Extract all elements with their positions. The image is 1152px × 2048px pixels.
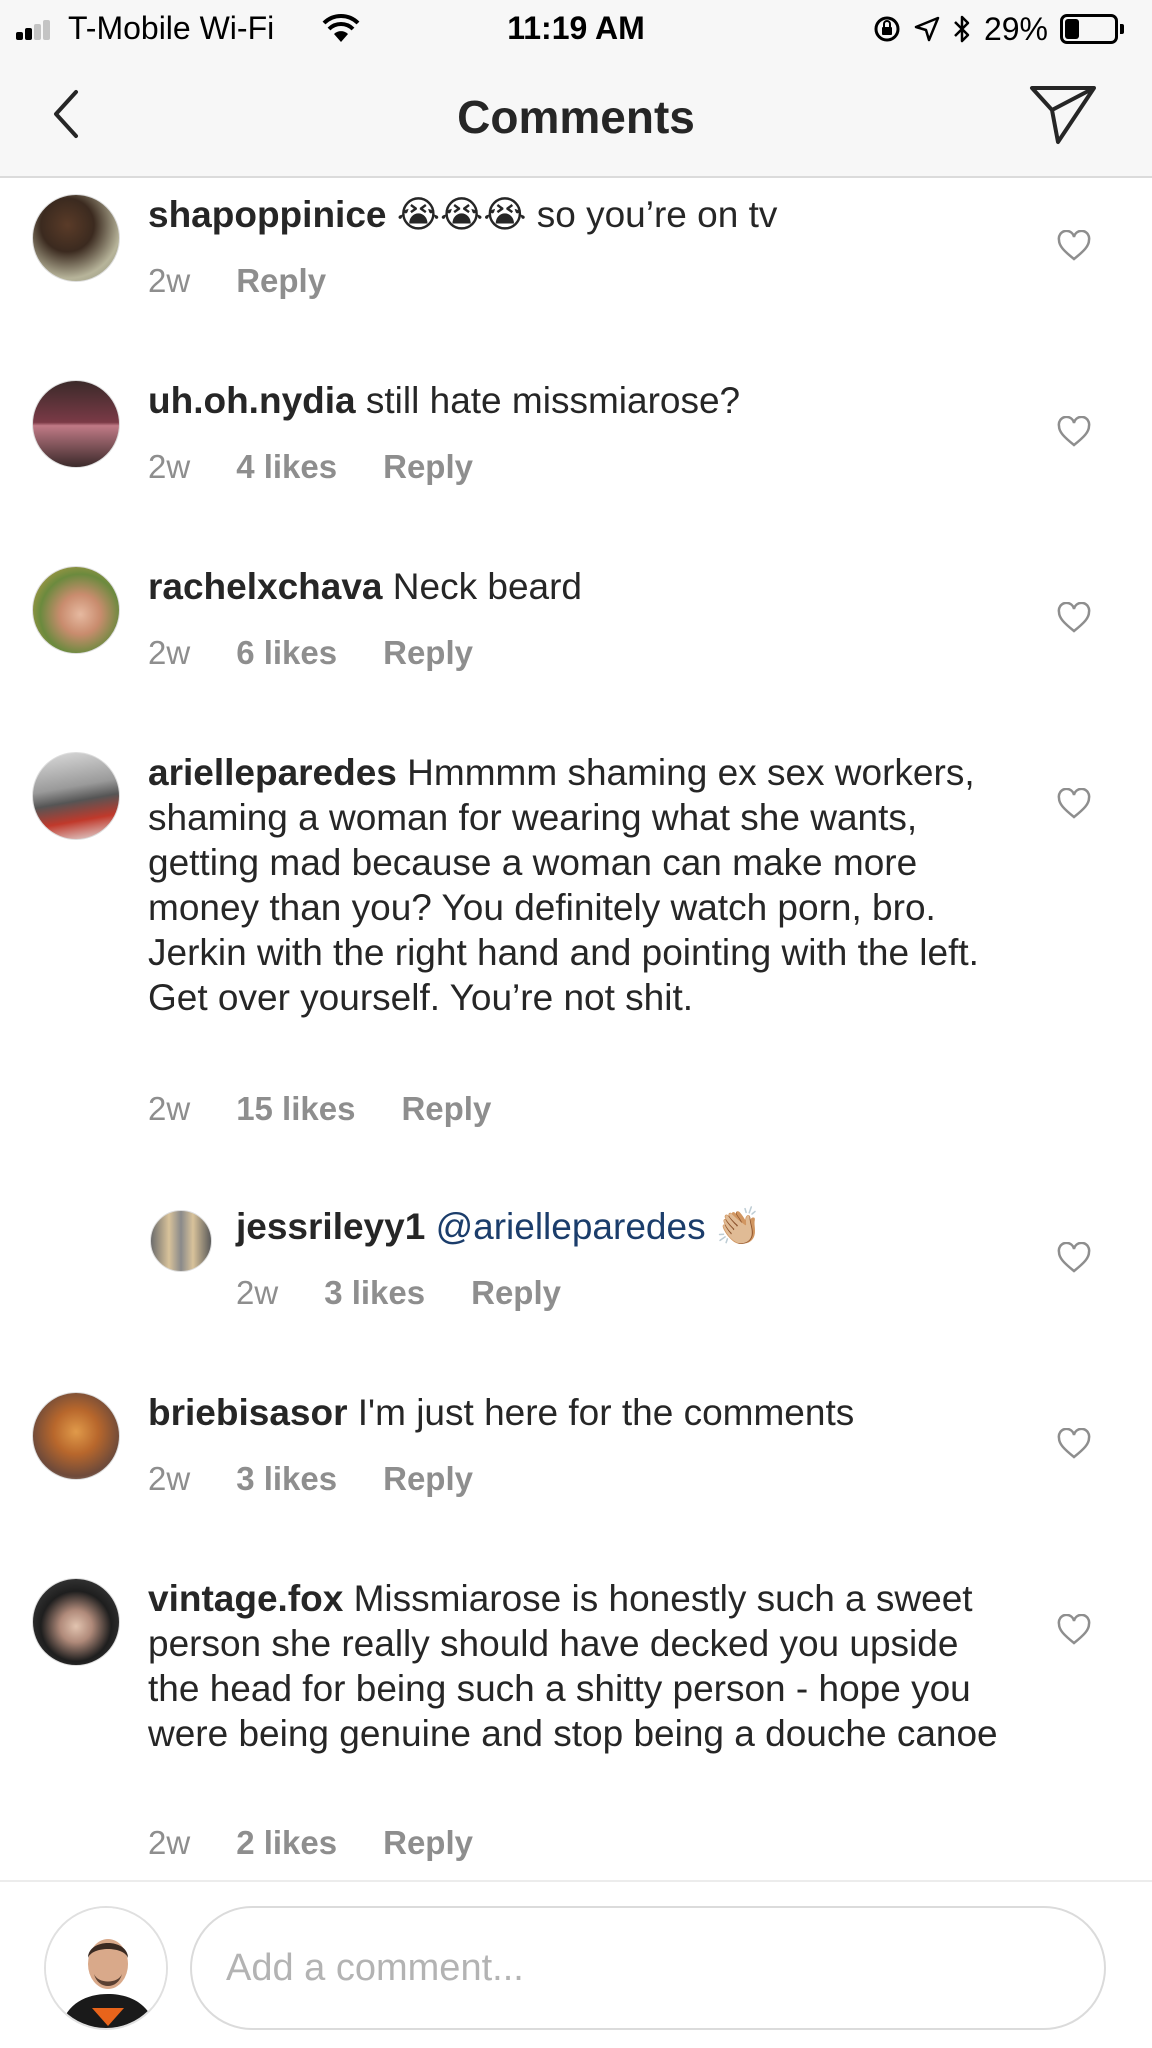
username-link[interactable]: arielleparedes (148, 752, 397, 793)
comment-time: 2w (148, 634, 191, 671)
username-link[interactable]: uh.oh.nydia (148, 380, 356, 421)
likes-count[interactable]: 3 likes (324, 1274, 425, 1312)
heart-icon[interactable] (1056, 788, 1092, 820)
reply-button[interactable]: Reply (383, 1824, 473, 1862)
comment-text: shapoppinice 😭😭😭 so you’re on tv (148, 192, 1008, 237)
comment-time: 2w (148, 1090, 191, 1127)
orientation-lock-icon (874, 16, 900, 42)
avatar[interactable] (32, 752, 120, 840)
nav-header: Comments (0, 58, 1152, 178)
reply-comment-item: jessrileyy1 @arielleparedes 👏🏼 2w 3 like… (0, 1190, 1152, 1376)
comment-text: uh.oh.nydia still hate missmiarose? (148, 378, 1008, 423)
battery-percent: 29% (983, 10, 1048, 47)
mention-link[interactable]: @arielleparedes (436, 1206, 706, 1247)
comment-text: rachelxchava Neck beard (148, 564, 1008, 609)
avatar[interactable] (32, 1578, 120, 1666)
heart-icon[interactable] (1056, 602, 1092, 634)
battery-icon (1060, 14, 1124, 44)
send-icon[interactable] (1028, 82, 1098, 146)
avatar[interactable] (32, 380, 120, 468)
username-link[interactable]: briebisasor (148, 1392, 347, 1433)
avatar-image (46, 1908, 166, 2028)
comment-item: briebisasor I'm just here for the commen… (0, 1376, 1152, 1562)
avatar[interactable] (32, 566, 120, 654)
comment-meta: 2w 6 likes Reply (148, 634, 473, 672)
status-bar: T-Mobile Wi-Fi 11:19 AM 29% (0, 0, 1152, 58)
reply-button[interactable]: Reply (383, 634, 473, 672)
location-icon (914, 16, 940, 42)
comment-text: vintage.fox Missmiarose is honestly such… (148, 1576, 1008, 1756)
heart-icon[interactable] (1056, 416, 1092, 448)
heart-icon[interactable] (1056, 1614, 1092, 1646)
comment-body: so you’re on tv (536, 194, 778, 235)
heart-icon[interactable] (1056, 1428, 1092, 1460)
comments-list[interactable]: shapoppinice 😭😭😭 so you’re on tv 2w Repl… (0, 178, 1152, 1880)
comment-composer (0, 1880, 1152, 2048)
username-link[interactable]: jessrileyy1 (236, 1206, 425, 1247)
comment-item: arielleparedes Hmmmm shaming ex sex work… (0, 736, 1152, 1190)
comment-meta: 2w Reply (148, 262, 326, 300)
comment-item: rachelxchava Neck beard 2w 6 likes Reply (0, 550, 1152, 736)
username-link[interactable]: rachelxchava (148, 566, 383, 607)
comment-body: Neck beard (392, 566, 583, 607)
comment-item: uh.oh.nydia still hate missmiarose? 2w 4… (0, 364, 1152, 550)
comment-meta: 2w 4 likes Reply (148, 448, 473, 486)
heart-icon[interactable] (1056, 1242, 1092, 1274)
comment-item: vintage.fox Missmiarose is honestly such… (0, 1562, 1152, 1880)
username-link[interactable]: shapoppinice (148, 194, 386, 235)
emoji: 😭😭😭 (396, 194, 527, 235)
reply-button[interactable]: Reply (471, 1274, 561, 1312)
reply-button[interactable]: Reply (401, 1090, 491, 1128)
reply-button[interactable]: Reply (383, 1460, 473, 1498)
likes-count[interactable]: 3 likes (236, 1460, 337, 1498)
comment-text: briebisasor I'm just here for the commen… (148, 1390, 1008, 1435)
username-link[interactable]: vintage.fox (148, 1578, 343, 1619)
comment-time: 2w (148, 1824, 191, 1861)
likes-count[interactable]: 15 likes (236, 1090, 355, 1128)
reply-button[interactable]: Reply (236, 262, 326, 300)
comment-time: 2w (148, 448, 191, 485)
bluetooth-icon (954, 15, 970, 43)
comment-meta: 2w 3 likes Reply (148, 1460, 473, 1498)
current-user-avatar (44, 1906, 168, 2030)
comment-time: 2w (148, 262, 191, 299)
page-title: Comments (457, 91, 695, 143)
likes-count[interactable]: 4 likes (236, 448, 337, 486)
comment-meta: 2w 15 likes Reply (148, 1090, 491, 1128)
comment-item: shapoppinice 😭😭😭 so you’re on tv 2w Repl… (0, 178, 1152, 364)
comment-body: still hate missmiarose? (365, 380, 741, 421)
avatar[interactable] (32, 1392, 120, 1480)
comment-text: jessrileyy1 @arielleparedes 👏🏼 (236, 1204, 1016, 1249)
likes-count[interactable]: 2 likes (236, 1824, 337, 1862)
comment-time: 2w (236, 1274, 279, 1311)
likes-count[interactable]: 6 likes (236, 634, 337, 672)
comment-time: 2w (148, 1460, 191, 1497)
emoji: 👏🏼 (715, 1206, 762, 1247)
avatar[interactable] (32, 194, 120, 282)
comment-body: I'm just here for the comments (357, 1392, 855, 1433)
add-comment-input[interactable] (190, 1906, 1106, 2030)
heart-icon[interactable] (1056, 230, 1092, 262)
reply-button[interactable]: Reply (383, 448, 473, 486)
comment-meta: 2w 3 likes Reply (236, 1274, 561, 1312)
avatar[interactable] (150, 1210, 212, 1272)
comment-meta: 2w 2 likes Reply (148, 1824, 473, 1862)
comment-text: arielleparedes Hmmmm shaming ex sex work… (148, 750, 1008, 1020)
